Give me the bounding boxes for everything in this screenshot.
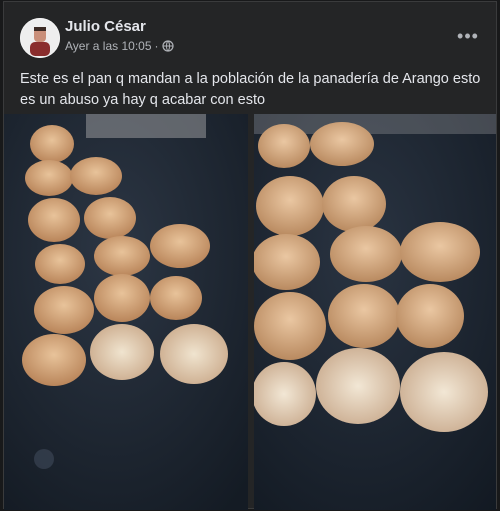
author-name[interactable]: Julio César bbox=[65, 18, 146, 35]
post-meta: Ayer a las 10:05 · bbox=[65, 39, 174, 53]
photo-left[interactable] bbox=[4, 114, 248, 510]
post-header: Julio César Ayer a las 10:05 · ••• bbox=[4, 2, 496, 62]
globe-icon[interactable] bbox=[161, 40, 174, 52]
avatar[interactable] bbox=[20, 18, 60, 58]
post-text: Este es el pan q mandan a la población d… bbox=[20, 71, 481, 108]
post-card: Julio César Ayer a las 10:05 · ••• Este … bbox=[3, 1, 497, 510]
meta-separator: · bbox=[154, 39, 159, 53]
more-options-icon[interactable]: ••• bbox=[457, 26, 478, 46]
photo-right[interactable] bbox=[254, 114, 496, 510]
avatar-image bbox=[20, 18, 60, 58]
photo-grid bbox=[4, 114, 496, 510]
bread-photo-left bbox=[4, 114, 248, 510]
bread-photo-right bbox=[254, 114, 496, 510]
timestamp[interactable]: Ayer a las 10:05 bbox=[65, 39, 152, 53]
